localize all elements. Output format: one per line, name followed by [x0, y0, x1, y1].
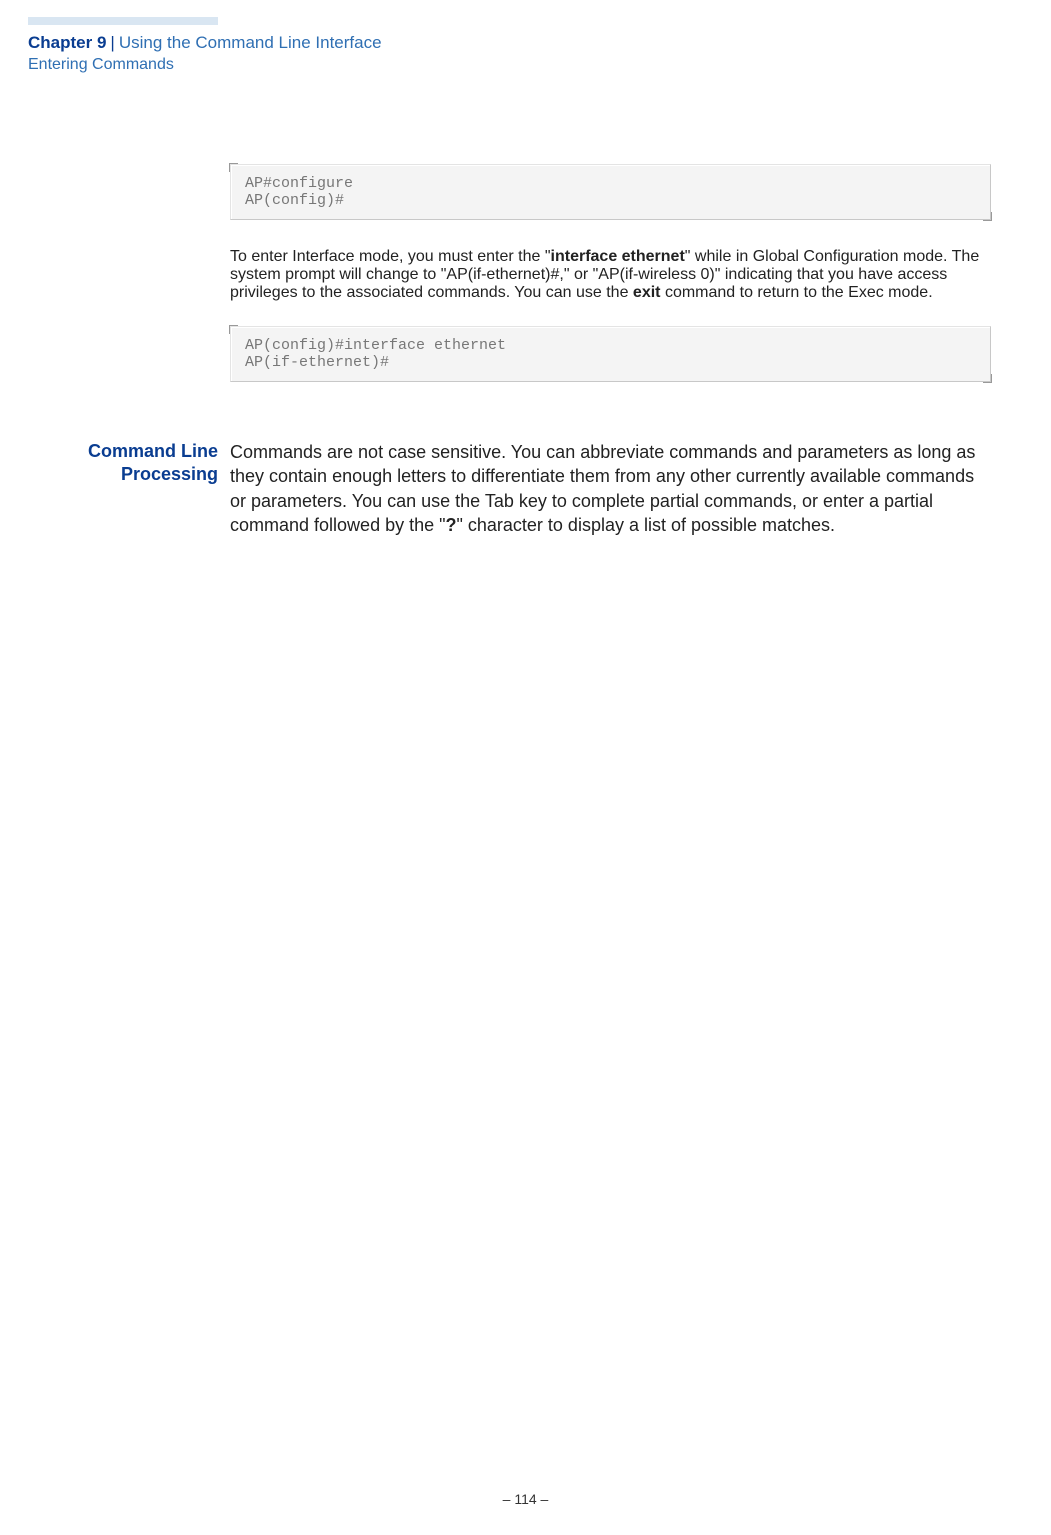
keyword-exit: exit — [633, 284, 661, 301]
code-block-interface: AP(config)#interface ethernet AP(if-ethe… — [230, 326, 991, 382]
section-command-line-processing: Command Line Processing Commands are not… — [28, 440, 991, 537]
text: " character to display a list of possibl… — [457, 515, 836, 535]
code-block-configure: AP#configure AP(config)# — [230, 164, 991, 220]
page-header: Chapter 9|Using the Command Line Interfa… — [0, 0, 1051, 74]
paragraph-interface-mode: To enter Interface mode, you must enter … — [230, 248, 991, 302]
section-body: Commands are not case sensitive. You can… — [230, 440, 991, 537]
page-number: – 114 – — [0, 1491, 1051, 1507]
page-content: AP#configure AP(config)# To enter Interf… — [0, 74, 1051, 537]
spacer — [28, 410, 991, 440]
chapter-label: Chapter 9 — [28, 33, 106, 52]
chapter-line: Chapter 9|Using the Command Line Interfa… — [28, 32, 1051, 54]
heading-line2: Processing — [121, 464, 218, 484]
code-text: AP(config)#interface ethernet AP(if-ethe… — [230, 326, 991, 382]
text: To enter Interface mode, you must enter … — [230, 248, 551, 265]
section-name: Entering Commands — [28, 56, 1051, 74]
code-text: AP#configure AP(config)# — [230, 164, 991, 220]
keyword-question-mark: ? — [446, 515, 457, 535]
chapter-title: Using the Command Line Interface — [119, 33, 382, 52]
heading-line1: Command Line — [88, 441, 218, 461]
chapter-separator: | — [106, 33, 118, 52]
keyword-interface-ethernet: interface ethernet — [551, 248, 685, 265]
side-heading: Command Line Processing — [28, 440, 230, 485]
header-tab-decoration — [28, 17, 218, 25]
text: command to return to the Exec mode. — [661, 284, 933, 301]
